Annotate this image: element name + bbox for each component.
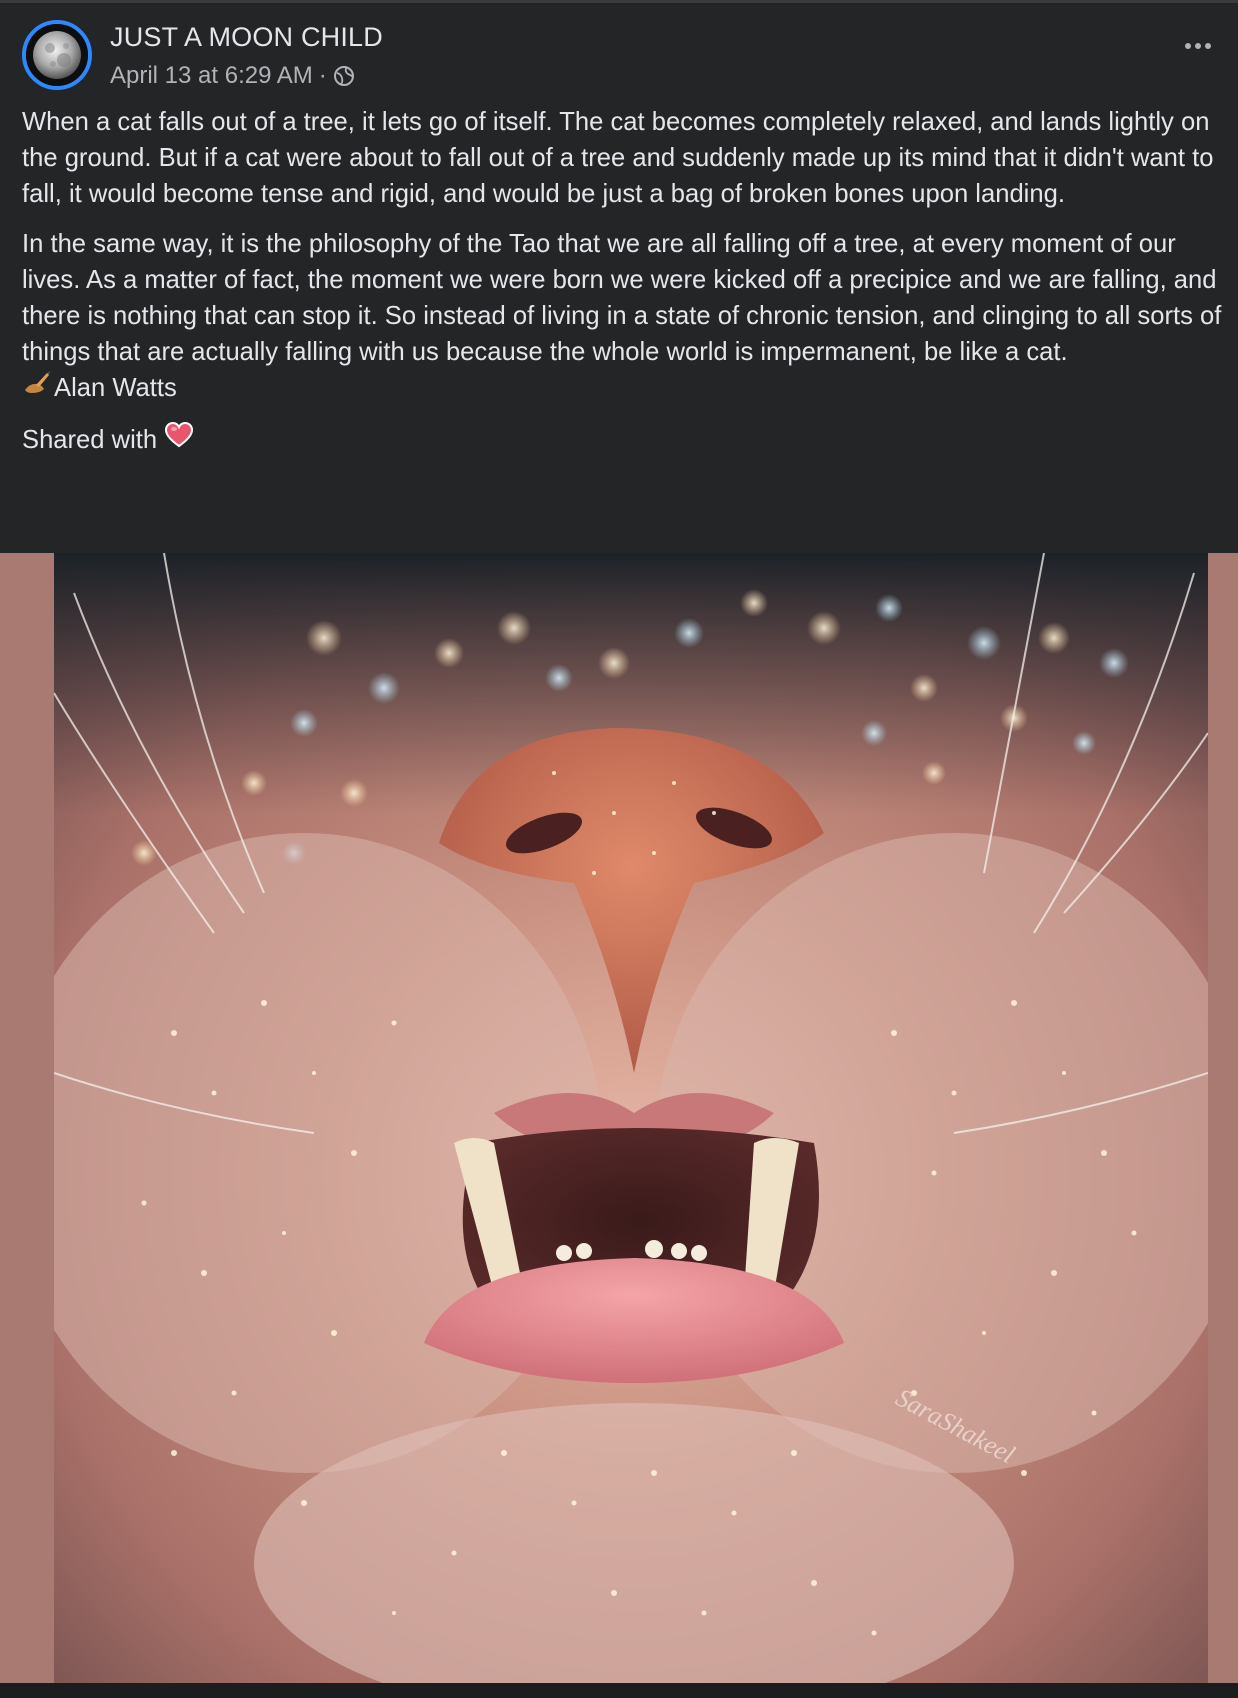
heart-icon	[165, 421, 194, 458]
dot	[1185, 43, 1191, 49]
dot	[1195, 43, 1201, 49]
timestamp[interactable]: April 13 at 6:29 AM	[110, 62, 313, 90]
post-header: JUST A MOON CHILD April 13 at 6:29 AM ·	[22, 20, 1218, 96]
sparkly-cat-face-image: SaraShakeel	[54, 553, 1208, 1683]
shared-label: Shared with	[22, 426, 158, 454]
dot	[1205, 43, 1211, 49]
author-name[interactable]: JUST A MOON CHILD	[110, 22, 383, 53]
globe-icon[interactable]	[333, 65, 355, 87]
post-body: When a cat falls out of a tree, it lets …	[22, 104, 1238, 458]
more-options-button[interactable]	[1178, 34, 1218, 58]
avatar[interactable]	[22, 20, 92, 90]
shared-with-line: Shared with	[22, 421, 1238, 458]
bottom-divider	[0, 1683, 1238, 1698]
writing-hand-icon	[22, 370, 52, 406]
signature-line: Alan Watts	[22, 370, 1238, 406]
post-image-frame[interactable]: SaraShakeel	[0, 553, 1238, 1683]
signature-text: Alan Watts	[54, 374, 177, 402]
moon-icon	[26, 24, 88, 86]
post-paragraph-2: In the same way, it is the philosophy of…	[22, 230, 1222, 366]
post-image[interactable]: SaraShakeel	[54, 553, 1208, 1683]
top-divider	[0, 0, 1238, 3]
post-paragraph-1: When a cat falls out of a tree, it lets …	[22, 108, 1214, 208]
post-meta: April 13 at 6:29 AM ·	[110, 62, 355, 90]
meta-separator: ·	[318, 62, 327, 89]
